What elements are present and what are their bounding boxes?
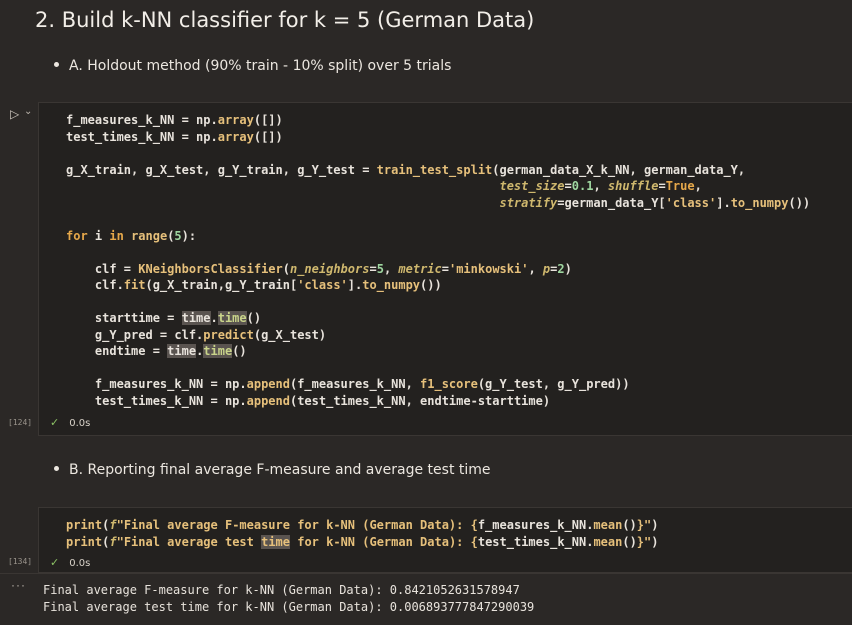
code-line: g_X_train, g_X_test, g_Y_train, g_Y_test… xyxy=(66,162,746,177)
execution-time: 0.0s xyxy=(69,558,91,569)
chevron-down-icon[interactable]: ⌄ xyxy=(24,106,32,117)
output-divider xyxy=(0,573,852,574)
code-editor[interactable]: print(f"Final average F-measure for k-NN… xyxy=(66,517,658,550)
code-line: endtime = time.time() xyxy=(66,344,247,358)
execution-count: [124] xyxy=(8,418,33,427)
code-line: clf.fit(g_X_train,g_Y_train['class'].to_… xyxy=(66,278,442,292)
code-editor[interactable]: f_measures_k_NN = np.array([]) test_time… xyxy=(66,112,810,409)
execution-time: 0.0s xyxy=(69,418,91,429)
code-cell-print[interactable]: print(f"Final average F-measure for k-NN… xyxy=(38,507,852,573)
bullet-holdout: A. Holdout method (90% train - 10% split… xyxy=(54,58,451,74)
output-line: Final average F-measure for k-NN (German… xyxy=(43,583,520,597)
run-icon[interactable]: ▷ xyxy=(10,107,19,121)
ellipsis-icon[interactable]: ··· xyxy=(11,578,26,592)
code-line: test_times_k_NN = np.append(test_times_k… xyxy=(66,393,551,408)
execution-count: [134] xyxy=(8,557,33,566)
code-line: for i in range(5): xyxy=(66,228,197,243)
code-line: f_measures_k_NN = np.array([]) xyxy=(66,113,283,127)
code-line: clf = KNeighborsClassifier(n_neighbors=5… xyxy=(66,261,572,276)
bullet-reporting: B. Reporting final average F-measure and… xyxy=(54,462,491,478)
check-icon: ✓ xyxy=(50,556,60,569)
code-line: stratify=german_data_Y['class'].to_numpy… xyxy=(499,195,811,210)
bullet-holdout-text: A. Holdout method (90% train - 10% split… xyxy=(69,58,452,74)
code-line: print(f"Final average F-measure for k-NN… xyxy=(66,518,659,532)
code-line: test_times_k_NN = np.array([]) xyxy=(66,129,283,144)
output-line: Final average test time for k-NN (German… xyxy=(43,599,535,614)
check-icon: ✓ xyxy=(50,416,60,429)
code-line: g_Y_pred = clf.predict(g_X_test) xyxy=(66,327,327,342)
page-heading: 2. Build k-NN classifier for k = 5 (Germ… xyxy=(35,8,535,32)
code-line: starttime = time.time() xyxy=(66,311,262,325)
cell-status: ✓ 0.0s xyxy=(50,416,90,429)
bullet-dot xyxy=(54,465,59,471)
code-line: f_measures_k_NN = np.append(f_measures_k… xyxy=(66,377,630,391)
code-cell-knn[interactable]: f_measures_k_NN = np.array([]) test_time… xyxy=(38,102,852,436)
code-line: test_size=0.1, shuffle=True, xyxy=(499,179,702,193)
cell-output: Final average F-measure for k-NN (German… xyxy=(43,582,534,615)
cell-status: ✓ 0.0s xyxy=(50,556,90,569)
bullet-reporting-text: B. Reporting final average F-measure and… xyxy=(69,462,491,478)
bullet-dot xyxy=(54,61,59,67)
code-line: print(f"Final average test time for k-NN… xyxy=(66,534,659,549)
